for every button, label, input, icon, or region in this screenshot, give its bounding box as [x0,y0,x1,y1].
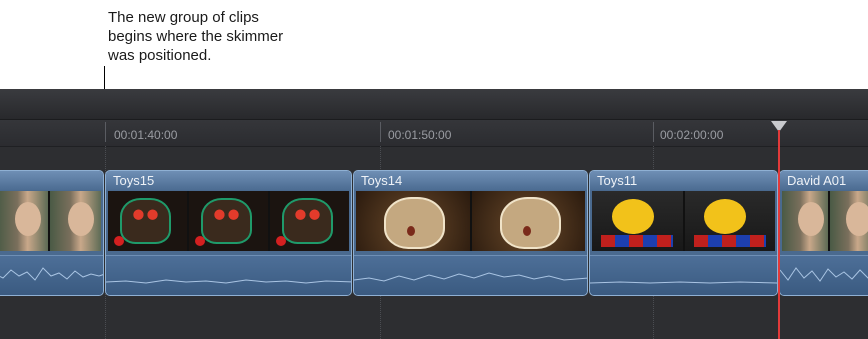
clip-filmstrip [0,191,101,251]
ruler-tick [380,122,381,142]
ruler-tick [653,122,654,142]
ruler-timecode: 00:01:50:00 [388,128,452,142]
clip-filmstrip [782,191,868,251]
timeline-clip-toys11[interactable]: Toys11 [589,170,778,296]
clip-frame [830,191,868,251]
timeline-clip-david-a01[interactable]: David A01 [779,170,868,296]
callout-line-3: was positioned. [108,47,212,64]
clip-header [0,171,103,190]
callout-line-2: begins where the skimmer [108,28,284,45]
clip-filmstrip [356,191,585,251]
clip-frame [270,191,349,251]
clip-frame [684,191,775,251]
clip-frame [50,191,101,251]
waveform-graphic [106,279,351,284]
timeline-clip-toys15[interactable]: Toys15 [105,170,352,296]
clip-audio-waveform [590,255,777,295]
clip-filmstrip [592,191,775,251]
clip-frame [0,191,48,251]
waveform-graphic [590,281,777,284]
timeline-ruler[interactable]: 00:01:40:00 00:01:50:00 00:02:00:00 [0,120,868,147]
clip-frame [108,191,187,251]
callout-line-1: The new group of clips [108,9,259,26]
clip-audio-waveform [0,255,103,295]
clip-frame [356,191,470,251]
playhead-line[interactable] [778,130,780,339]
clip-filmstrip [108,191,349,251]
clip-frame [782,191,828,251]
waveform-graphic [780,267,868,282]
clip-title: David A01 [787,173,847,188]
ruler-tick [105,122,106,142]
clip-title: Toys15 [113,173,155,188]
clip-frame [592,191,683,251]
clip-audio-waveform [780,255,868,295]
ruler-timecode: 00:02:00:00 [660,128,724,142]
waveform-graphic [354,272,587,282]
timeline-header-bar [0,89,868,120]
clip-frame [471,191,585,251]
timeline-clip[interactable] [0,170,104,296]
timeline-clip-toys14[interactable]: Toys14 [353,170,588,296]
clip-title: Toys14 [361,173,403,188]
waveform-graphic [0,267,103,281]
timeline-panel[interactable]: 00:01:40:00 00:01:50:00 00:02:00:00 Toys… [0,89,868,339]
clip-title: Toys11 [597,173,638,188]
clip-frame [189,191,268,251]
clip-audio-waveform [354,255,587,295]
annotation-callout: The new group of clips begins where the … [108,8,348,65]
ruler-timecode: 00:01:40:00 [114,128,178,142]
clip-audio-waveform [106,255,351,295]
